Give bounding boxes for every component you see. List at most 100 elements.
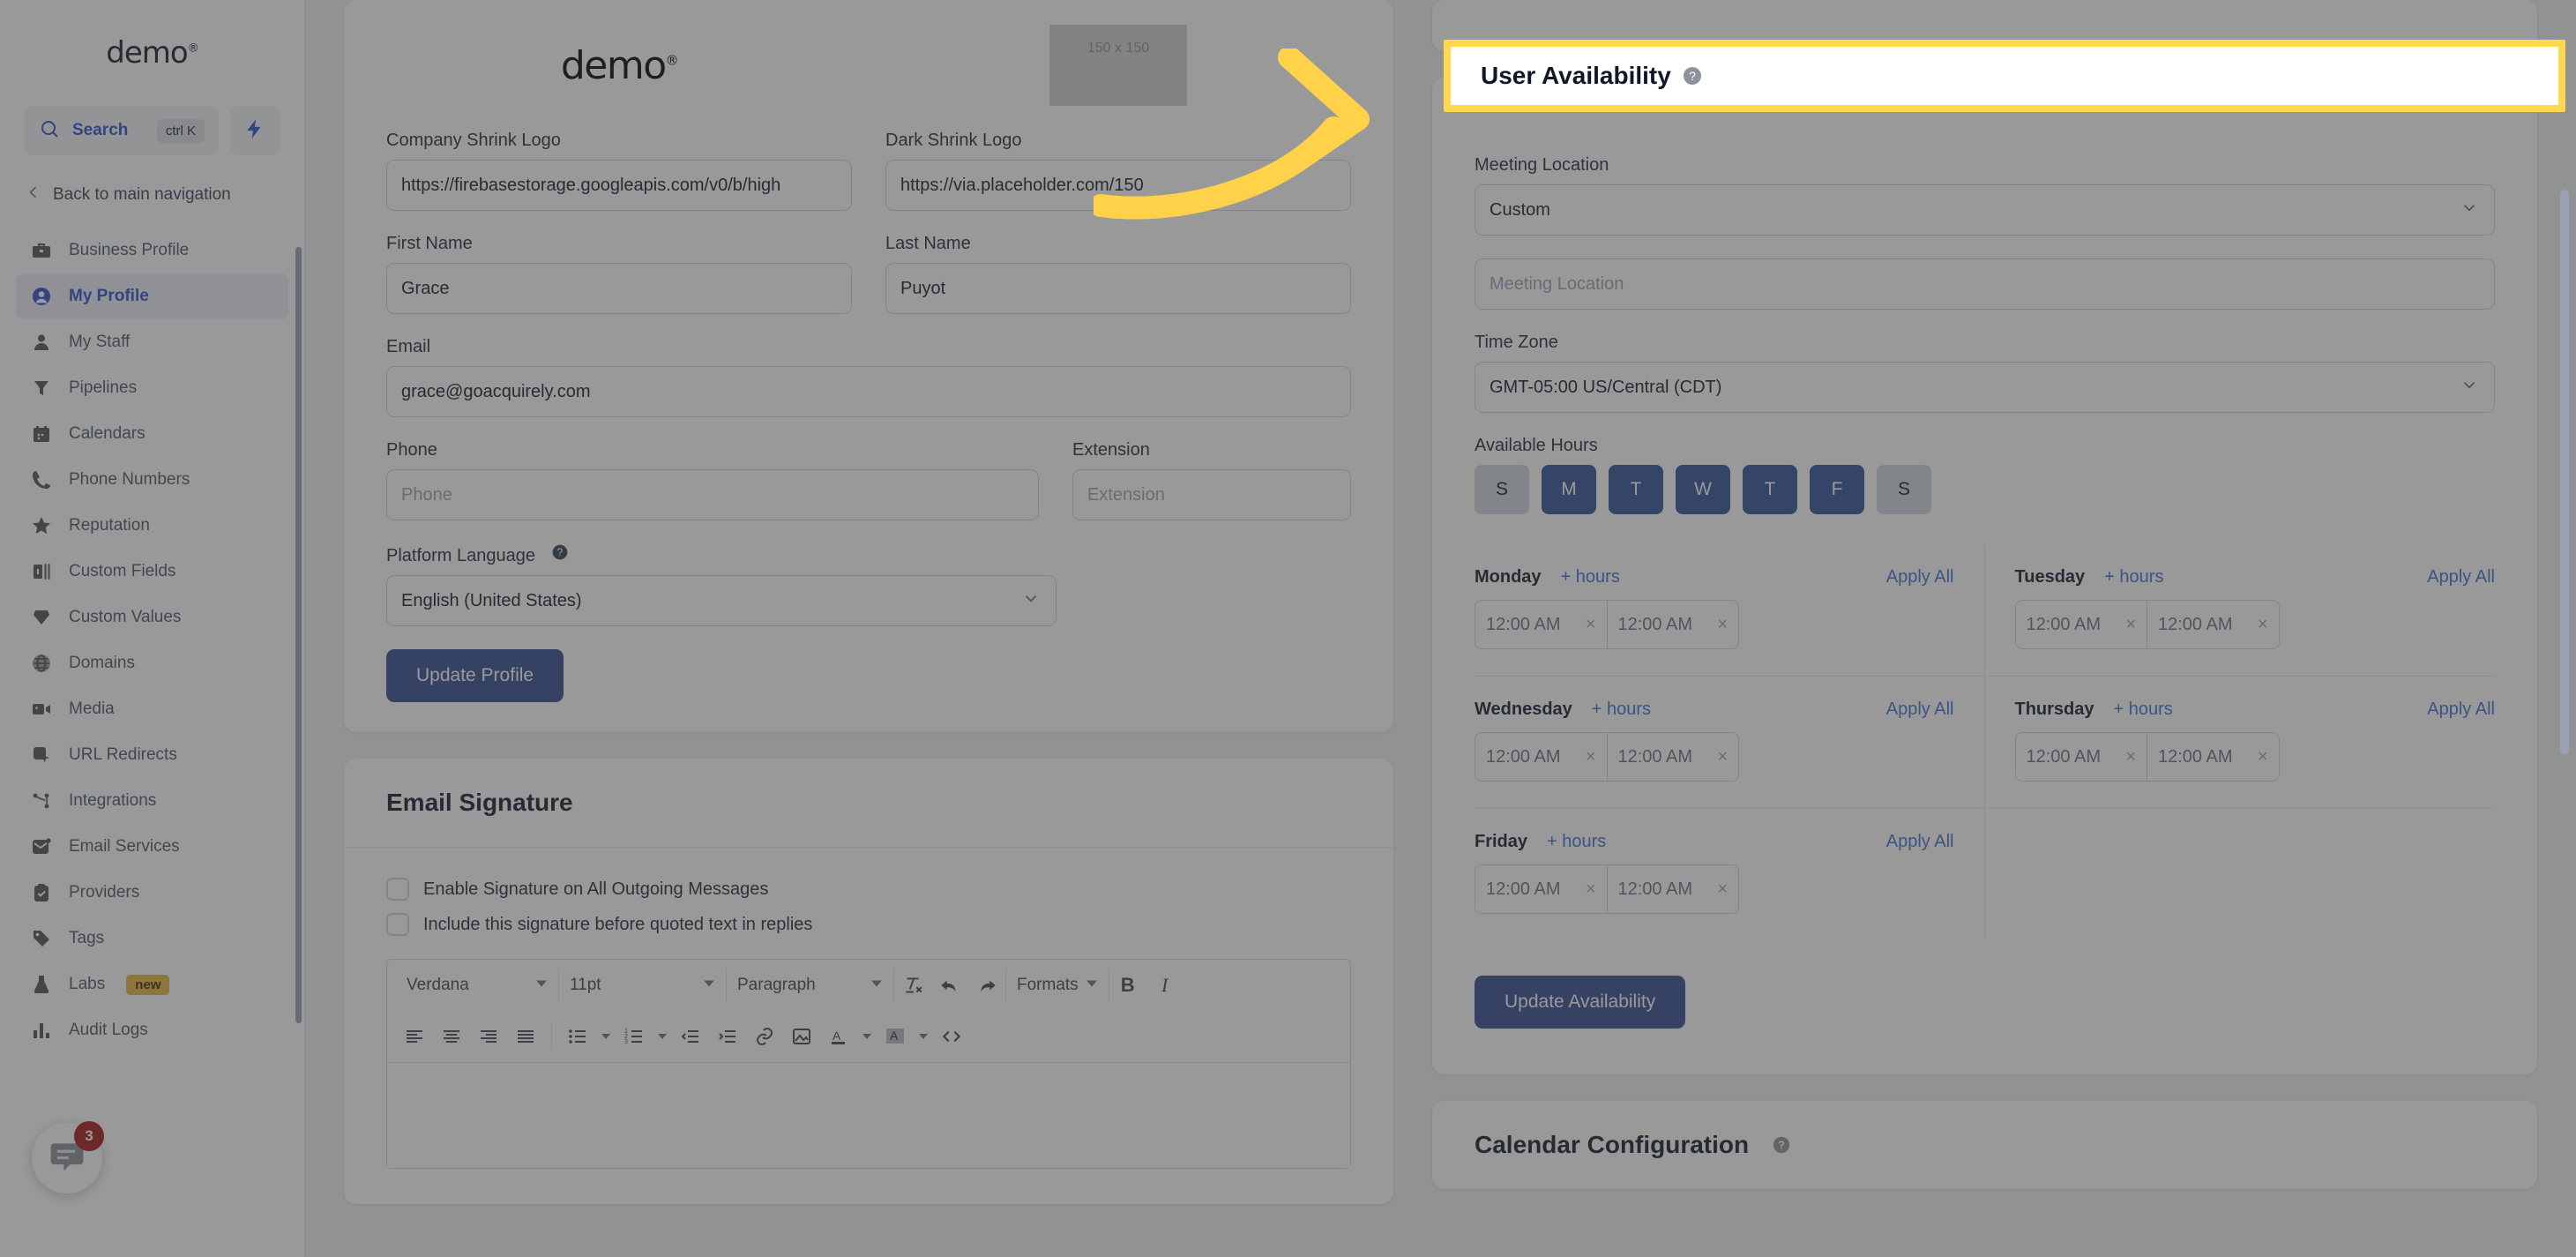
day-toggle-friday[interactable]: F [1810, 465, 1864, 514]
start-time-input[interactable]: 12:00 AM × [1475, 601, 1607, 648]
first-name-input[interactable]: Grace [386, 263, 852, 314]
sidebar-item-pipelines[interactable]: Pipelines [16, 365, 288, 411]
increase-indent-icon[interactable] [709, 1018, 746, 1055]
end-time-input[interactable]: 12:00 AM × [1606, 601, 1739, 648]
sidebar-item-integrations[interactable]: Integrations [16, 778, 288, 824]
start-time-input[interactable]: 12:00 AM × [2016, 601, 2147, 648]
sidebar-item-url-redirects[interactable]: URL Redirects [16, 732, 288, 778]
meeting-location-select[interactable]: Custom [1475, 184, 2495, 236]
sidebar-item-domains[interactable]: Domains [16, 640, 288, 686]
back-to-main-navigation[interactable]: Back to main navigation [0, 175, 304, 215]
source-code-icon[interactable] [933, 1018, 970, 1055]
company-shrink-logo-input[interactable]: https://firebasestorage.googleapis.com/v… [386, 160, 852, 211]
clear-end-time-icon[interactable]: × [2258, 747, 2268, 767]
sidebar-item-phone-numbers[interactable]: Phone Numbers [16, 457, 288, 503]
bullet-list-icon[interactable] [559, 1018, 596, 1055]
align-left-icon[interactable] [396, 1018, 433, 1055]
sidebar-item-audit-logs[interactable]: Audit Logs [16, 1007, 288, 1053]
include-signature-checkbox[interactable] [386, 913, 409, 936]
sidebar-item-business-profile[interactable]: Business Profile [16, 228, 288, 273]
add-hours-link[interactable]: + hours [2114, 700, 2173, 720]
sidebar-item-labs[interactable]: Labs new [16, 961, 288, 1007]
extension-input[interactable]: Extension [1072, 469, 1351, 520]
main-scrollbar[interactable] [2560, 190, 2569, 754]
undo-icon[interactable] [931, 967, 968, 1004]
sidebar-item-calendars[interactable]: Calendars [16, 411, 288, 457]
phone-input[interactable]: Phone [386, 469, 1039, 520]
align-right-icon[interactable] [470, 1018, 507, 1055]
clear-start-time-icon[interactable]: × [1586, 879, 1596, 900]
clear-start-time-icon[interactable]: × [2125, 747, 2136, 767]
signature-editor-canvas[interactable] [387, 1062, 1350, 1168]
clear-start-time-icon[interactable]: × [1586, 615, 1596, 635]
platform-language-select[interactable]: English (United States) [386, 575, 1057, 626]
align-justify-icon[interactable] [507, 1018, 544, 1055]
add-hours-link[interactable]: + hours [1592, 700, 1651, 720]
insert-image-icon[interactable] [783, 1018, 820, 1055]
update-availability-button[interactable]: Update Availability [1475, 976, 1686, 1029]
numbered-list-icon[interactable]: 123 [616, 1018, 653, 1055]
formats-select[interactable]: Formats [1005, 969, 1109, 1002]
numbered-list-options-icon[interactable] [653, 1018, 672, 1055]
end-time-input[interactable]: 12:00 AM × [1606, 733, 1739, 781]
highlight-color-options-icon[interactable] [914, 1018, 933, 1055]
end-time-input[interactable]: 12:00 AM × [2147, 733, 2279, 781]
sidebar-item-providers[interactable]: Providers [16, 870, 288, 916]
apply-all-link[interactable]: Apply All [2427, 700, 2495, 720]
highlight-color-icon[interactable]: A [877, 1018, 914, 1055]
sidebar-item-media[interactable]: Media [16, 686, 288, 732]
clear-start-time-icon[interactable]: × [1586, 747, 1596, 767]
day-toggle-sunday[interactable]: S [1475, 465, 1529, 514]
align-center-icon[interactable] [433, 1018, 470, 1055]
apply-all-link[interactable]: Apply All [1886, 700, 1954, 720]
end-time-input[interactable]: 12:00 AM × [1606, 865, 1739, 913]
enable-signature-checkbox[interactable] [386, 878, 409, 901]
day-toggle-tuesday[interactable]: T [1609, 465, 1663, 514]
email-input[interactable]: grace@goacquirely.com [386, 366, 1351, 417]
start-time-input[interactable]: 12:00 AM × [1475, 865, 1607, 913]
start-time-input[interactable]: 12:00 AM × [2016, 733, 2147, 781]
day-toggle-wednesday[interactable]: W [1676, 465, 1730, 514]
search-input[interactable]: Search ctrl K [25, 106, 219, 155]
font-family-select[interactable]: Verdana [396, 969, 559, 1002]
sidebar-item-reputation[interactable]: Reputation [16, 503, 288, 549]
last-name-input[interactable]: Puyot [885, 263, 1351, 314]
enable-signature-checkbox-row[interactable]: Enable Signature on All Outgoing Message… [386, 878, 1351, 901]
apply-all-link[interactable]: Apply All [1886, 832, 1954, 852]
block-format-select[interactable]: Paragraph [727, 969, 894, 1002]
sidebar-item-tags[interactable]: Tags [16, 916, 288, 961]
include-signature-checkbox-row[interactable]: Include this signature before quoted tex… [386, 913, 1351, 936]
day-toggle-thursday[interactable]: T [1743, 465, 1797, 514]
start-time-input[interactable]: 12:00 AM × [1475, 733, 1607, 781]
day-toggle-saturday[interactable]: S [1877, 465, 1931, 514]
redo-icon[interactable] [968, 967, 1005, 1004]
sidebar-scrollbar[interactable] [295, 247, 302, 1023]
clear-end-time-icon[interactable]: × [1717, 879, 1728, 900]
end-time-input[interactable]: 12:00 AM × [2147, 601, 2279, 648]
font-size-select[interactable]: 11pt [559, 969, 727, 1002]
sidebar-item-custom-values[interactable]: Custom Values [16, 595, 288, 640]
apply-all-link[interactable]: Apply All [1886, 567, 1954, 587]
bold-button[interactable]: B [1109, 967, 1146, 1004]
bullet-list-options-icon[interactable] [596, 1018, 616, 1055]
day-toggle-monday[interactable]: M [1542, 465, 1596, 514]
clear-end-time-icon[interactable]: × [1717, 615, 1728, 635]
clear-start-time-icon[interactable]: × [2125, 615, 2136, 635]
add-hours-link[interactable]: + hours [1561, 567, 1620, 587]
time-zone-select[interactable]: GMT-05:00 US/Central (CDT) [1475, 362, 2495, 413]
clear-formatting-icon[interactable] [894, 967, 931, 1004]
add-hours-link[interactable]: + hours [2104, 567, 2163, 587]
help-icon[interactable]: ? [551, 543, 569, 561]
text-color-icon[interactable]: A [820, 1018, 857, 1055]
insert-link-icon[interactable] [746, 1018, 783, 1055]
apply-all-link[interactable]: Apply All [2427, 567, 2495, 587]
clear-end-time-icon[interactable]: × [1717, 747, 1728, 767]
text-color-options-icon[interactable] [857, 1018, 877, 1055]
update-profile-button[interactable]: Update Profile [386, 649, 564, 702]
help-icon[interactable]: ? [1682, 65, 1703, 86]
italic-button[interactable]: I [1146, 967, 1183, 1004]
sidebar-item-my-staff[interactable]: My Staff [16, 319, 288, 365]
quick-actions-button[interactable] [230, 106, 280, 155]
sidebar-item-my-profile[interactable]: My Profile [16, 273, 288, 319]
meeting-location-custom-input[interactable]: Meeting Location [1475, 258, 2495, 310]
